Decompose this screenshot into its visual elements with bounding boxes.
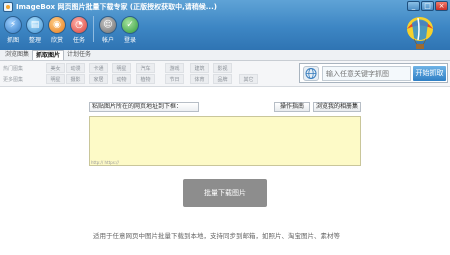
- tab-browse-albums[interactable]: 浏览图集: [2, 50, 32, 60]
- category-chip[interactable]: 摄影: [66, 74, 85, 84]
- login-icon: ✓: [121, 16, 139, 34]
- url-hint: http:// https://: [91, 160, 119, 165]
- tab-capture-images[interactable]: 抓取图片: [32, 50, 65, 60]
- category-row-label: 更多图集: [3, 77, 24, 83]
- category-chip[interactable]: 影视: [213, 63, 232, 73]
- toolbar-task-button[interactable]: ◔ 任务: [70, 16, 88, 44]
- category-chip[interactable]: 家居: [89, 74, 108, 84]
- category-chip[interactable]: 动漫: [66, 63, 85, 73]
- toolbar-label: 整理: [28, 37, 41, 44]
- toolbar-divider: [93, 16, 94, 42]
- keyword-search-box: 开始抓取: [299, 63, 448, 83]
- tab-scheduled-tasks[interactable]: 计划任务: [64, 50, 94, 60]
- start-capture-button[interactable]: 开始抓取: [413, 66, 446, 81]
- category-chip[interactable]: 体育: [190, 74, 209, 84]
- toolbar-capture-button[interactable]: ⚡ 抓图: [4, 16, 22, 44]
- view-icon: ◉: [48, 16, 66, 34]
- window-controls: _ □ ×: [407, 1, 448, 11]
- toolbar-view-button[interactable]: ◉ 欣赏: [48, 16, 66, 44]
- title-bar: ImageBox 网页图片批量下载专家 (正版授权获取中,请稍候...) _ □…: [0, 0, 450, 14]
- toolbar-label: 任务: [72, 37, 85, 44]
- toolbar-organize-button[interactable]: ▤ 整理: [26, 16, 44, 44]
- category-chip[interactable]: 明星: [112, 63, 131, 73]
- category-chip[interactable]: 动物: [112, 74, 131, 84]
- keyword-search-input[interactable]: [322, 66, 411, 81]
- organize-icon: ▤: [26, 16, 44, 34]
- category-chip[interactable]: 品牌: [213, 74, 232, 84]
- main-toolbar: ⚡ 抓图 ▤ 整理 ◉ 欣赏 ◔ 任务 ☺ 帐户 ✓ 登录: [4, 16, 139, 44]
- guide-button[interactable]: 操作指南: [274, 102, 310, 112]
- toolbar-label: 欣赏: [50, 37, 63, 44]
- category-chip[interactable]: 建筑: [190, 63, 209, 73]
- category-row-label: 热门图集: [3, 66, 24, 72]
- paste-url-label: 粘贴图片所在的网页地址到下框：: [89, 102, 199, 112]
- app-title: ImageBox 网页图片批量下载专家 (正版授权获取中,请稍候...): [16, 3, 217, 11]
- category-chip[interactable]: 植物: [136, 74, 155, 84]
- maximize-button[interactable]: □: [421, 1, 434, 11]
- task-icon: ◔: [70, 16, 88, 34]
- category-chip[interactable]: 游戏: [165, 63, 184, 73]
- category-chip[interactable]: 美女: [46, 63, 65, 73]
- category-chip[interactable]: 汽车: [136, 63, 155, 73]
- account-icon: ☺: [99, 16, 117, 34]
- tab-bar: 浏览图集 抓取图片 计划任务: [0, 50, 450, 61]
- capture-icon: ⚡: [4, 16, 22, 34]
- toolbar-login-button[interactable]: ✓ 登录: [121, 16, 139, 44]
- toolbar-account-button[interactable]: ☺ 帐户: [99, 16, 117, 44]
- category-chip[interactable]: 明星: [46, 74, 65, 84]
- url-input-area[interactable]: http:// https://: [89, 116, 361, 166]
- category-chip[interactable]: 卡通: [89, 63, 108, 73]
- header: ImageBox 网页图片批量下载专家 (正版授权获取中,请稍候...) _ □…: [0, 0, 450, 50]
- hot-air-balloon-logo: [407, 17, 433, 49]
- category-chip[interactable]: 节日: [165, 74, 184, 84]
- toolbar-label: 登录: [123, 37, 136, 44]
- footer-description: 适用于任意网页中图片批量下载到本地，支持同步到邮箱，如照片、淘宝图片、素材等: [93, 232, 340, 240]
- close-button[interactable]: ×: [435, 1, 448, 11]
- toolbar-label: 抓图: [6, 37, 19, 44]
- my-albums-button[interactable]: 浏览我的相册集: [313, 102, 361, 112]
- category-chip[interactable]: 其它: [239, 74, 258, 84]
- toolbar-label: 帐户: [101, 37, 114, 44]
- minimize-button[interactable]: _: [407, 1, 420, 11]
- globe-icon: [303, 66, 319, 81]
- app-logo-icon: [3, 2, 13, 12]
- batch-download-button[interactable]: 批量下载图片: [183, 179, 267, 207]
